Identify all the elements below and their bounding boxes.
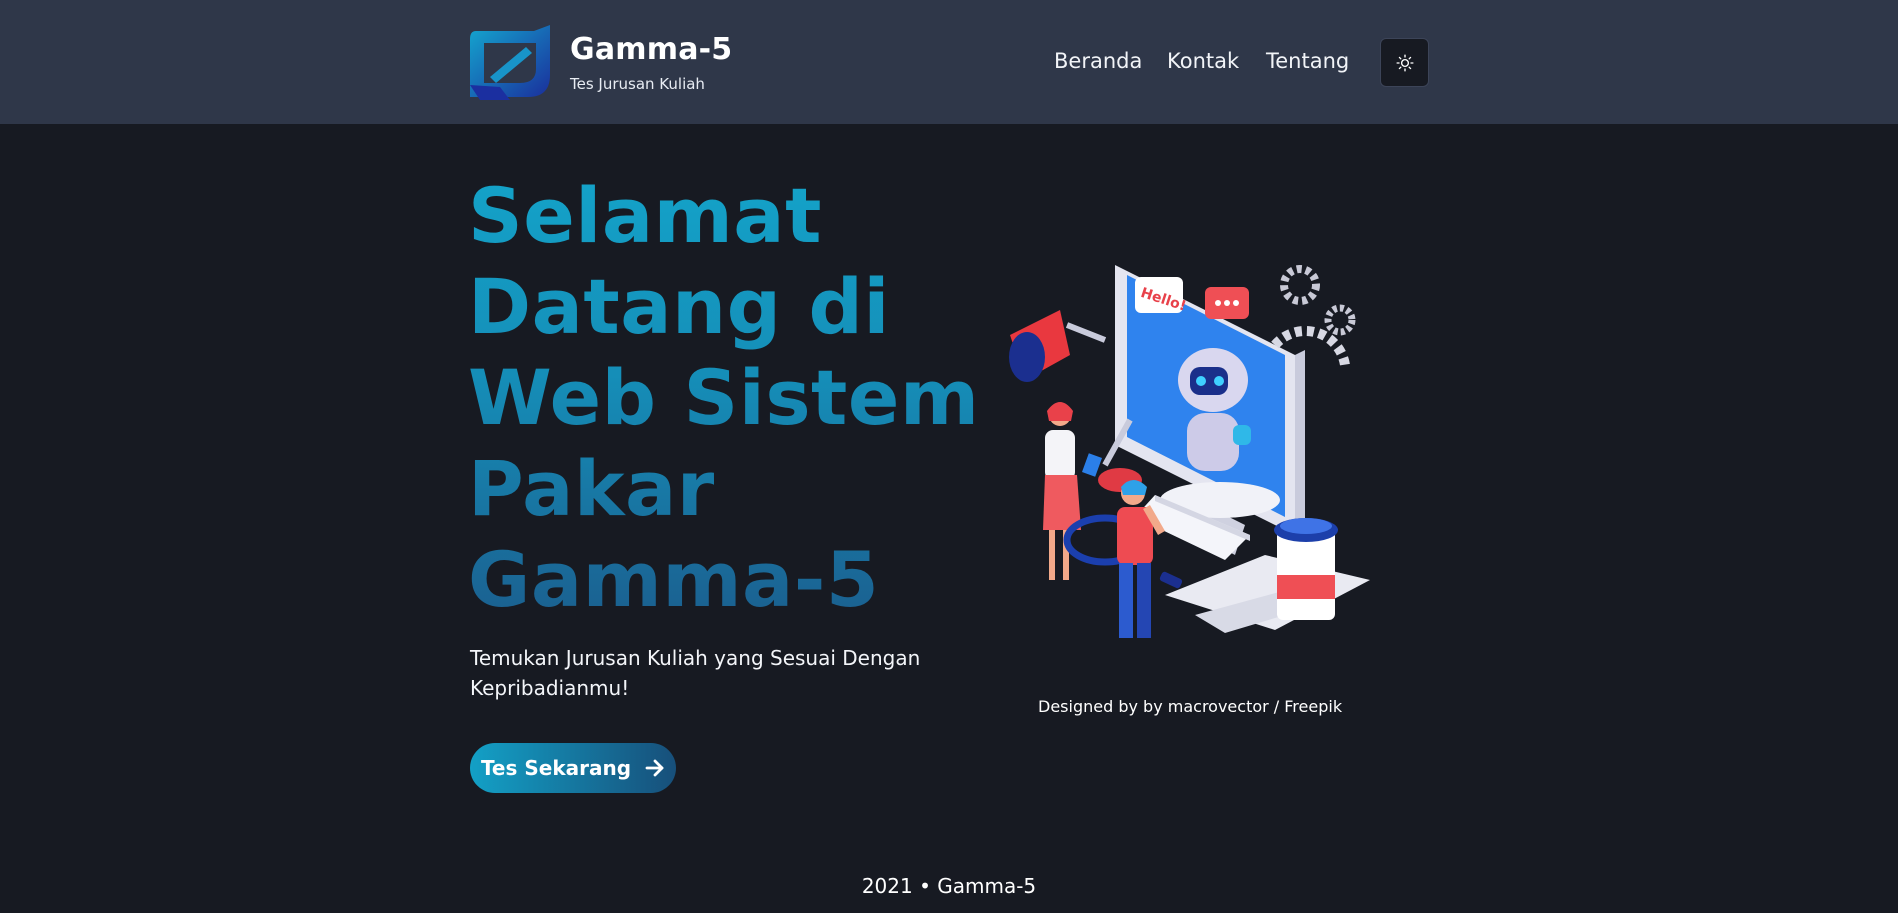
- nav-kontak[interactable]: Kontak: [1167, 49, 1239, 73]
- hero-title: Selamat Datang di Web Sistem Pakar Gamma…: [468, 170, 988, 625]
- hero-subtitle: Temukan Jurusan Kuliah yang Sesuai Denga…: [470, 646, 921, 700]
- hero-title-line: Selamat: [468, 171, 822, 260]
- brand[interactable]: Gamma-5 Tes Jurusan Kuliah: [470, 25, 732, 100]
- nav-beranda[interactable]: Beranda: [1054, 49, 1142, 73]
- theme-toggle-button[interactable]: [1380, 38, 1429, 87]
- nav-tentang[interactable]: Tentang: [1266, 49, 1349, 73]
- arrow-right-icon: [645, 759, 664, 777]
- navbar: Gamma-5 Tes Jurusan Kuliah Beranda Konta…: [0, 0, 1898, 124]
- robot-computer-illustration: Hello!: [1009, 265, 1370, 638]
- brand-name: Gamma-5: [570, 32, 733, 67]
- start-test-button[interactable]: Tes Sekarang: [470, 743, 676, 793]
- start-test-label: Tes Sekarang: [480, 756, 632, 780]
- illustration-credit: Designed by by macrovector / Freepik: [1038, 697, 1343, 716]
- hero-title-line: Datang di: [468, 262, 890, 351]
- sun-icon: [1395, 53, 1414, 72]
- hero-title-line: Pakar: [468, 444, 715, 533]
- hero-title-line: Gamma-5: [468, 535, 880, 624]
- footer: 2021 • Gamma-5: [861, 874, 1037, 898]
- hero-title-line: Web Sistem: [468, 353, 980, 442]
- gamma5-logo-icon: [470, 25, 550, 100]
- brand-tagline: Tes Jurusan Kuliah: [570, 75, 705, 93]
